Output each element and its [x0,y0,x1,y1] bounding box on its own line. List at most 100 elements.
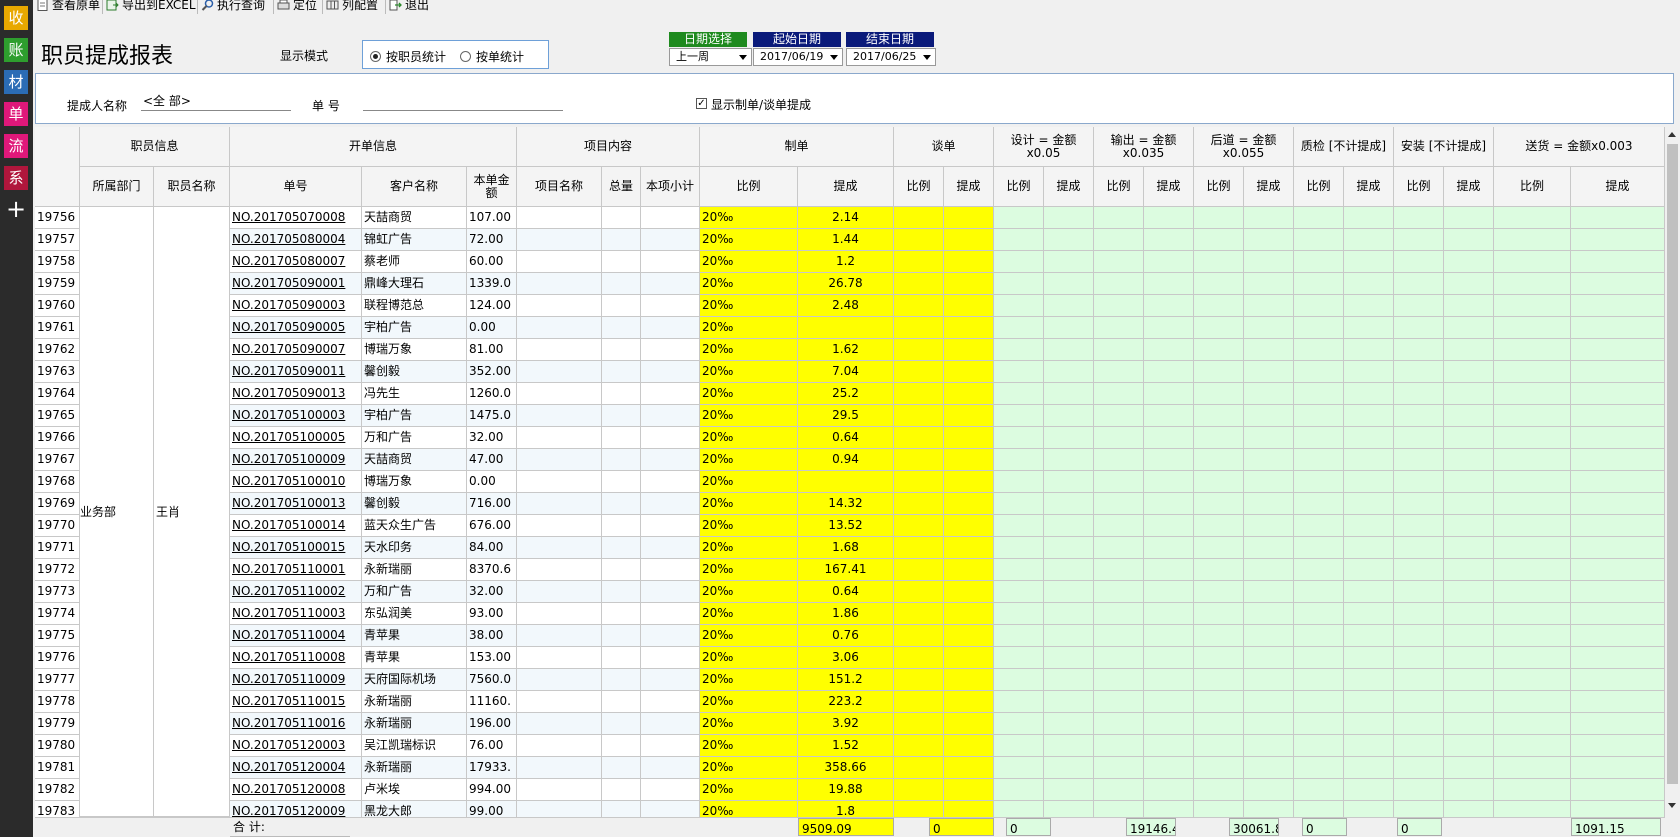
item-cell [517,383,602,405]
commission-cell-pr [1194,691,1244,713]
commission-cell-dc [1044,229,1094,251]
locate-button[interactable]: 定位 [277,0,317,14]
header-sub[interactable]: 本项小计 [641,167,700,207]
item-cell [641,383,700,405]
totals-label: 合 计: [230,817,350,837]
header-mr[interactable]: 比例 [700,167,798,207]
header-pc[interactable]: 提成 [1244,167,1294,207]
scrollbar-thumb[interactable] [1667,144,1678,784]
commission-cell-sc [1571,273,1665,295]
header-dr[interactable]: 比例 [994,167,1044,207]
view-original-button[interactable]: 查看原单 [36,0,100,14]
item-cell [641,361,700,383]
dropdown-arrow-icon [830,55,838,60]
order-link[interactable]: NO.201705090001 [230,273,362,295]
show-commission-checkbox[interactable]: ✓ [696,98,707,109]
plus-icon[interactable]: + [4,197,28,222]
order-link[interactable]: NO.201705090013 [230,383,362,405]
header-nr[interactable]: 比例 [894,167,944,207]
commission-cell-sc [1571,779,1665,801]
order-link[interactable]: NO.201705110004 [230,625,362,647]
order-link[interactable]: NO.201705100013 [230,493,362,515]
order-link[interactable]: NO.201705110009 [230,669,362,691]
date-select-header: 日期选择 [669,32,747,47]
start-date-picker[interactable]: 2017/06/19 [753,48,843,66]
header-amt[interactable]: 本单金 额 [467,167,517,207]
order-link[interactable]: NO.201705080007 [230,251,362,273]
commission-cell-qc [1344,603,1394,625]
header-order[interactable]: 单号 [230,167,362,207]
sidebar-item-2[interactable]: 材 [4,70,28,94]
scroll-up-icon[interactable] [1668,132,1676,137]
header-dc[interactable]: 提成 [1044,167,1094,207]
order-link[interactable]: NO.201705090005 [230,317,362,339]
customer-cell: 博瑞万象 [362,471,467,493]
commission-cell-dc [1044,757,1094,779]
commission-cell-pc [1244,537,1294,559]
header-qr[interactable]: 比例 [1294,167,1344,207]
order-link[interactable]: NO.201705100009 [230,449,362,471]
header-sc[interactable]: 提成 [1571,167,1665,207]
order-link[interactable]: NO.201705100015 [230,537,362,559]
sidebar-item-3[interactable]: 单 [4,102,28,126]
exit-button[interactable]: 退出 [389,0,429,14]
order-link[interactable]: NO.201705090003 [230,295,362,317]
order-link[interactable]: NO.201705100014 [230,515,362,537]
commission-cell-qr [1294,405,1344,427]
mode-by-employee-radio[interactable]: 按职员统计 [370,48,446,65]
header-ir[interactable]: 比例 [1394,167,1444,207]
header-nc[interactable]: 提成 [944,167,994,207]
execute-query-button[interactable]: 执行查询 [201,0,265,14]
commission-cell-oc [1144,515,1194,537]
order-link[interactable]: NO.201705070008 [230,207,362,229]
header-or[interactable]: 比例 [1094,167,1144,207]
order-link[interactable]: NO.201705110001 [230,559,362,581]
date-select-dropdown[interactable]: 上一周 [669,48,752,66]
commission-cell-oc [1144,735,1194,757]
column-config-button[interactable]: 列配置 [326,0,378,14]
commission-person-input[interactable]: <全 部> [141,93,291,111]
order-link[interactable]: NO.201705110015 [230,691,362,713]
header-qty[interactable]: 总量 [602,167,641,207]
order-no-input[interactable] [363,93,563,111]
header-pr[interactable]: 比例 [1194,167,1244,207]
order-link[interactable]: NO.201705090007 [230,339,362,361]
vertical-scrollbar[interactable] [1665,127,1680,827]
header-oc[interactable]: 提成 [1144,167,1194,207]
order-link[interactable]: NO.201705110003 [230,603,362,625]
order-link[interactable]: NO.201705120004 [230,757,362,779]
order-link[interactable]: NO.201705080004 [230,229,362,251]
order-link[interactable]: NO.201705110008 [230,647,362,669]
sidebar-item-4[interactable]: 流 [4,134,28,158]
header-qc[interactable]: 提成 [1344,167,1394,207]
scroll-down-icon[interactable] [1668,803,1676,808]
commission-cell-sr [1494,229,1571,251]
end-date-picker[interactable]: 2017/06/25 [846,48,936,66]
header-sr[interactable]: 比例 [1494,167,1571,207]
order-link[interactable]: NO.201705120003 [230,735,362,757]
order-link[interactable]: NO.201705090011 [230,361,362,383]
order-link[interactable]: NO.201705100003 [230,405,362,427]
order-link[interactable]: NO.201705110016 [230,713,362,735]
make-cell-nc [944,757,994,779]
export-excel-button[interactable]: 导出到EXCEL [106,0,196,14]
order-link[interactable]: NO.201705100005 [230,427,362,449]
sidebar-item-5[interactable]: 系 [4,166,28,190]
header-item[interactable]: 项目名称 [517,167,602,207]
mode-by-order-radio[interactable]: 按单统计 [460,48,524,65]
sidebar-item-0[interactable]: 收 [4,6,28,30]
header-emp[interactable]: 职员名称 [154,167,230,207]
order-link[interactable]: NO.201705110002 [230,581,362,603]
sidebar-item-1[interactable]: 账 [4,38,28,62]
make-cell-mc: 29.5 [798,405,894,427]
order-link[interactable]: NO.201705120008 [230,779,362,801]
header-ic[interactable]: 提成 [1444,167,1494,207]
order-link[interactable]: NO.201705100010 [230,471,362,493]
commission-cell-ic [1444,273,1494,295]
row-number: 19759 [35,273,80,295]
header-dept[interactable]: 所属部门 [80,167,154,207]
item-cell [641,427,700,449]
header-mc[interactable]: 提成 [798,167,894,207]
commission-cell-qr [1294,735,1344,757]
header-cust[interactable]: 客户名称 [362,167,467,207]
